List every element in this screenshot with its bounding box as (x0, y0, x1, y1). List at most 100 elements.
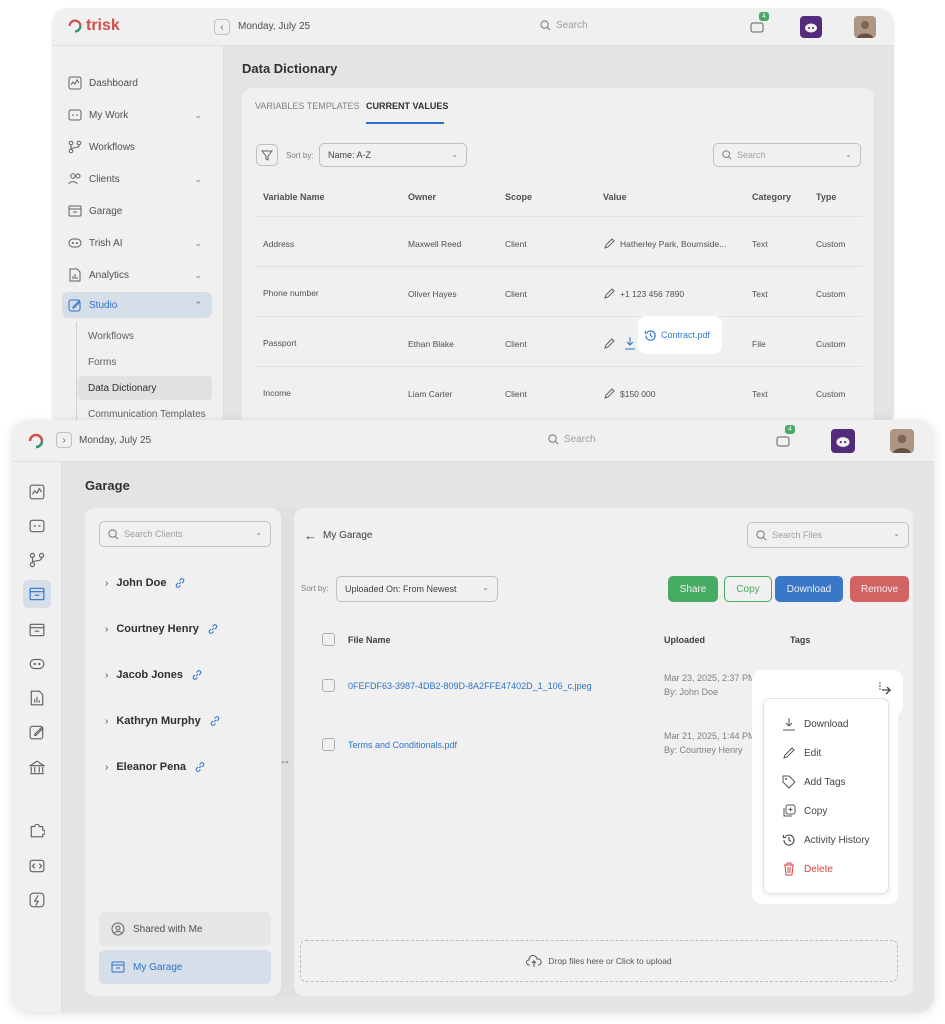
client-item[interactable]: › Courtney Henry (105, 623, 219, 635)
menu-item-edit[interactable]: Edit (782, 746, 821, 760)
menu-item-label: Activity History (804, 834, 870, 846)
ai-assistant-button[interactable] (831, 429, 855, 453)
sidebar-item-my-work[interactable]: My Work ⌄ (62, 102, 212, 128)
app-logo[interactable]: trisk (66, 17, 120, 35)
link-icon[interactable] (207, 623, 219, 635)
submenu-forms[interactable]: Forms (78, 350, 212, 374)
client-item[interactable]: › Kathryn Murphy (105, 715, 221, 727)
collapse-sidebar-button[interactable]: ‹ (214, 19, 230, 35)
sidebar-item-clients[interactable]: Clients ⌄ (62, 166, 212, 192)
file-drop-zone[interactable]: Drop files here or Click to upload (300, 940, 898, 982)
puzzle-icon[interactable] (29, 822, 45, 838)
search-input[interactable]: Search ⌄ (713, 143, 861, 167)
contract-file-link[interactable]: Contract.pdf (661, 330, 710, 340)
sidebar-item-analytics[interactable]: Analytics ⌄ (62, 262, 212, 288)
my-garage-button[interactable]: My Garage (99, 950, 271, 984)
submenu-workflows[interactable]: Workflows (78, 324, 212, 348)
download-icon[interactable] (624, 336, 636, 350)
col-uploaded[interactable]: Uploaded (664, 635, 705, 645)
user-avatar[interactable] (890, 429, 914, 453)
search-files-input[interactable]: Search Files ⌄ (747, 522, 909, 548)
cell-scope[interactable]: Client (505, 389, 527, 399)
col-value[interactable]: Value (603, 192, 627, 202)
hand-pointer-icon[interactable] (877, 680, 897, 700)
robot-icon[interactable] (29, 656, 45, 672)
upload-by: By: John Doe (664, 687, 719, 697)
shared-with-me-button[interactable]: Shared with Me (99, 912, 271, 946)
cell-owner: Liam Carter (408, 389, 453, 399)
menu-item-delete[interactable]: Delete (782, 862, 833, 876)
dashboard-icon[interactable] (29, 484, 45, 500)
share-button[interactable]: Share (668, 576, 718, 602)
archive-icon[interactable] (29, 622, 45, 638)
back-button[interactable]: ← My Garage (304, 528, 372, 543)
link-icon[interactable] (174, 577, 186, 589)
col-type[interactable]: Type (816, 192, 836, 202)
pencil-icon[interactable] (603, 238, 615, 250)
notifications-button[interactable]: 4 (750, 12, 769, 36)
workflow-icon[interactable] (29, 552, 45, 568)
sidebar-item-workflows[interactable]: Workflows (62, 134, 212, 160)
pencil-icon[interactable] (603, 288, 615, 300)
download-button[interactable]: Download (775, 576, 843, 602)
link-icon[interactable] (194, 761, 206, 773)
rail-item-garage[interactable] (23, 580, 51, 608)
col-owner[interactable]: Owner (408, 192, 436, 202)
menu-item-add-tags[interactable]: Add Tags (782, 775, 846, 789)
menu-item-copy[interactable]: Copy (782, 804, 827, 818)
copy-button[interactable]: Copy (724, 576, 772, 602)
sidebar-item-trish-ai[interactable]: Trish AI ⌄ (62, 230, 212, 256)
remove-button[interactable]: Remove (850, 576, 909, 602)
workflow-icon (68, 140, 82, 154)
sidebar-item-dashboard[interactable]: Dashboard (62, 70, 212, 96)
expand-sidebar-button[interactable]: › (56, 432, 72, 448)
edit-square-icon[interactable] (29, 724, 45, 740)
search-clients-input[interactable]: Search Clients ⌄ (99, 521, 271, 547)
pencil-icon[interactable] (603, 388, 615, 400)
submenu-data-dictionary[interactable]: Data Dictionary (78, 376, 212, 400)
logo-icon[interactable] (26, 431, 46, 451)
col-file-name[interactable]: File Name (348, 635, 391, 645)
sort-dropdown[interactable]: Uploaded On: From Newest ⌄ (336, 576, 498, 602)
row-checkbox[interactable] (322, 738, 335, 751)
client-item[interactable]: › John Doe (105, 577, 186, 589)
select-all-checkbox[interactable] (322, 633, 335, 646)
user-avatar[interactable] (854, 16, 876, 38)
menu-item-activity-history[interactable]: Activity History (782, 833, 870, 847)
cell-scope[interactable]: Client (505, 289, 527, 299)
filter-button[interactable] (256, 144, 278, 166)
pencil-icon[interactable] (603, 338, 615, 350)
ai-assistant-button[interactable] (800, 16, 822, 38)
col-tags[interactable]: Tags (790, 635, 810, 645)
lightning-icon[interactable] (29, 892, 45, 908)
contract-file-chip[interactable]: Contract.pdf (638, 316, 722, 354)
col-category[interactable]: Category (752, 192, 791, 202)
tab-current-values[interactable]: CURRENT VALUES (366, 101, 448, 111)
client-item[interactable]: › Jacob Jones (105, 669, 203, 681)
file-name-link[interactable]: Terms and Conditionals.pdf (348, 740, 457, 750)
briefcase-icon[interactable] (29, 518, 45, 534)
row-checkbox[interactable] (322, 679, 335, 692)
menu-item-download[interactable]: Download (782, 717, 848, 731)
global-search[interactable]: Search (540, 20, 588, 31)
code-icon[interactable] (29, 858, 45, 874)
bank-icon[interactable] (29, 760, 45, 776)
notifications-button[interactable]: 4 (776, 425, 795, 450)
sidebar-item-studio[interactable]: Studio ⌃ (62, 292, 212, 318)
col-scope[interactable]: Scope (505, 192, 532, 202)
col-variable-name[interactable]: Variable Name (263, 192, 325, 202)
cell-scope[interactable]: Client (505, 239, 527, 249)
file-name-link[interactable]: 0FEFDF63-3987-4DB2-809D-8A2FFE47402D_1_1… (348, 681, 592, 691)
report-icon[interactable] (29, 690, 45, 706)
chat-icon (776, 436, 790, 447)
sidebar-item-garage[interactable]: Garage (62, 198, 212, 224)
sort-dropdown[interactable]: Name: A-Z ⌄ (319, 143, 467, 167)
cell-scope[interactable]: Client (505, 339, 527, 349)
tab-variables-templates[interactable]: VARIABLES TEMPLATES (255, 101, 360, 111)
search-icon (108, 528, 119, 539)
link-icon[interactable] (191, 669, 203, 681)
resize-handle[interactable]: ↔ (279, 753, 291, 767)
link-icon[interactable] (209, 715, 221, 727)
client-item[interactable]: › Eleanor Pena (105, 761, 206, 773)
global-search[interactable]: Search (548, 434, 596, 445)
